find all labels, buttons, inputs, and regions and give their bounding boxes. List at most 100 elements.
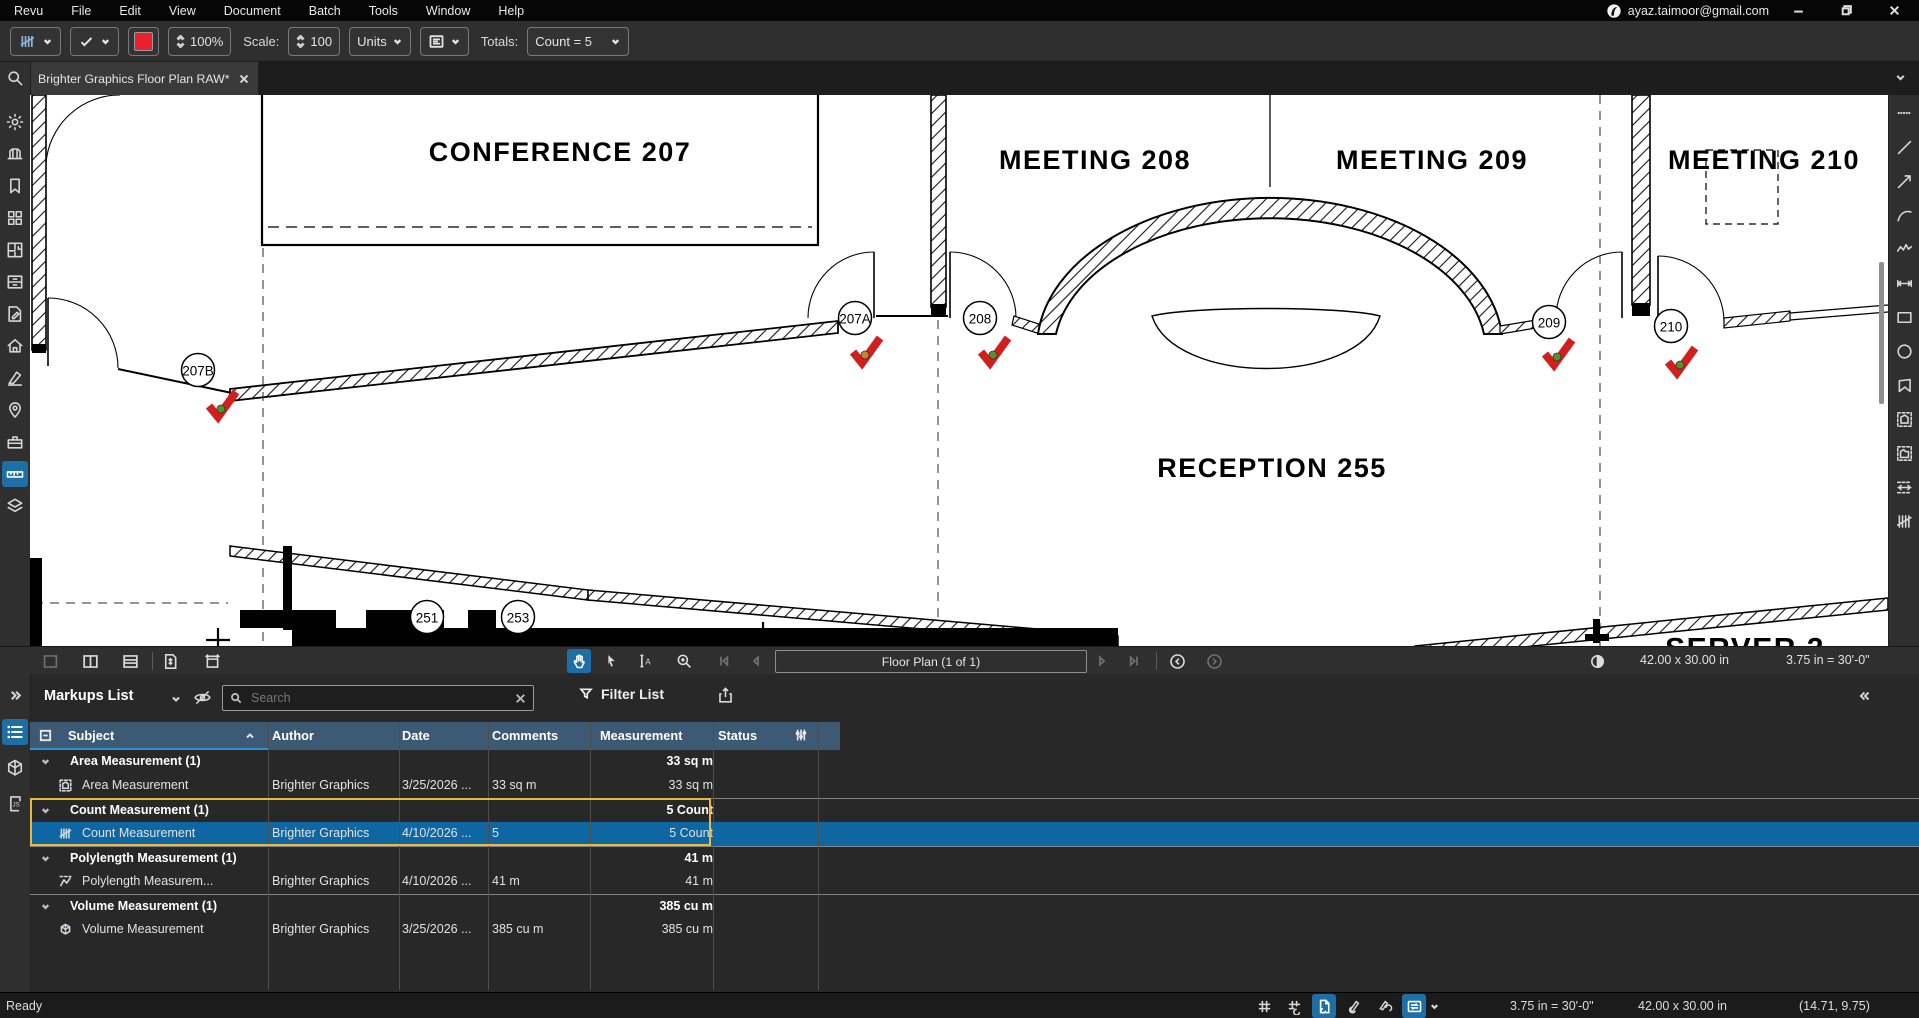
tab-list-chevron-icon[interactable] (1894, 71, 1907, 84)
search-input[interactable] (249, 690, 508, 706)
sort-ascending-icon[interactable] (244, 730, 256, 742)
column-header-date[interactable]: Date (402, 728, 430, 743)
menu-revu[interactable]: Revu (0, 0, 57, 21)
markup-summary-icon[interactable] (2, 301, 28, 327)
column-header-subject[interactable]: Subject (68, 728, 114, 743)
menu-document[interactable]: Document (210, 0, 295, 21)
arrow-annot-icon[interactable] (1891, 168, 1917, 194)
count-check-markup[interactable] (1664, 345, 1699, 380)
totals-dropdown[interactable]: Count = 5 (527, 26, 630, 56)
arc-measure-icon[interactable] (1891, 202, 1917, 228)
expand-panel-icon[interactable] (8, 688, 23, 703)
center-measure-icon[interactable] (1891, 474, 1917, 500)
count-check-markup[interactable] (849, 335, 884, 370)
count-tool-icon[interactable] (1891, 508, 1917, 534)
bookmarks-icon[interactable] (2, 173, 28, 199)
close-window-button[interactable] (1879, 1, 1909, 21)
drawing-canvas[interactable]: CONFERENCE 207 MEETING 208 MEETING 209 MEET… (30, 56, 1889, 666)
thumbnails-icon[interactable] (2, 205, 28, 231)
drag-handle-icon[interactable] (1891, 100, 1917, 126)
sync-views-icon[interactable] (1402, 994, 1426, 1018)
column-header-measurement[interactable]: Measurement (600, 728, 683, 743)
tab-close-icon[interactable] (238, 73, 250, 85)
menu-tools[interactable]: Tools (355, 0, 412, 21)
history-back-icon[interactable] (1165, 649, 1189, 673)
restore-button[interactable] (1831, 1, 1861, 21)
rectangle-tool-icon[interactable] (1891, 304, 1917, 330)
status-check-button[interactable] (70, 26, 119, 56)
markups-title-chevron-icon[interactable] (170, 693, 182, 705)
places-icon[interactable] (2, 397, 28, 423)
count-check-markup[interactable] (205, 389, 240, 424)
next-page-icon[interactable] (1090, 649, 1114, 673)
reuse-markup-icon[interactable] (1372, 994, 1396, 1018)
markup-row[interactable]: Area Measurement Brighter Graphics 3/25/20… (30, 774, 1919, 798)
column-header-comments[interactable]: Comments (492, 728, 558, 743)
measurements-icon[interactable] (2, 461, 28, 487)
menu-help[interactable]: Help (484, 0, 538, 21)
markup-row[interactable]: Count Measurement Brighter Graphics 4/10/2… (30, 822, 1919, 846)
snap-content-icon[interactable] (1312, 994, 1336, 1018)
group-chevron-icon[interactable] (40, 756, 51, 767)
fit-page-icon[interactable] (158, 649, 182, 673)
markup-row[interactable]: Volume Measurement Brighter Graphics 3/25/… (30, 918, 1919, 942)
count-check-markup[interactable] (977, 335, 1012, 370)
group-chevron-icon[interactable] (40, 853, 51, 864)
menu-batch[interactable]: Batch (295, 0, 355, 21)
zoom-level-control[interactable]: 100% (168, 26, 232, 56)
group-row[interactable]: Volume Measurement (1) 385 cu m (30, 894, 1919, 918)
count-check-markup[interactable] (1541, 337, 1576, 372)
dimension-icon[interactable] (1891, 270, 1917, 296)
group-row[interactable]: Count Measurement (1) 5 Count (30, 798, 1919, 822)
column-settings-icon[interactable] (793, 727, 809, 743)
polygon-tool-icon[interactable] (1891, 372, 1917, 398)
select-cursor-icon[interactable] (598, 649, 622, 673)
sets-icon[interactable] (2, 269, 28, 295)
export-summary-icon[interactable] (716, 686, 735, 705)
snap-markup-icon[interactable] (1342, 994, 1366, 1018)
text-select-icon[interactable]: A (634, 649, 658, 673)
minimize-button[interactable] (1783, 1, 1813, 21)
ellipse-tool-icon[interactable] (1891, 338, 1917, 364)
pan-hand-icon[interactable] (567, 649, 591, 673)
collapse-panel-icon[interactable] (1858, 689, 1872, 703)
split-horizontal-icon[interactable] (118, 649, 142, 673)
page-label-box[interactable]: Floor Plan (1 of 1) (775, 650, 1087, 673)
javascript-panel-icon[interactable]: JS (2, 791, 28, 817)
first-page-icon[interactable] (712, 649, 736, 673)
sync-chevron-icon[interactable] (1426, 994, 1442, 1018)
area-measure-icon[interactable] (1891, 406, 1917, 432)
single-pane-icon[interactable] (38, 649, 62, 673)
model-3d-panel-icon[interactable] (2, 755, 28, 781)
last-page-icon[interactable] (1122, 649, 1146, 673)
menu-edit[interactable]: Edit (105, 0, 155, 21)
properties-gear-icon[interactable] (2, 109, 28, 135)
column-header-author[interactable]: Author (272, 728, 314, 743)
contrast-icon[interactable] (1585, 649, 1609, 673)
hide-markups-icon[interactable] (192, 687, 213, 708)
signatures-icon[interactable] (2, 365, 28, 391)
menu-window[interactable]: Window (412, 0, 484, 21)
collapse-all-icon[interactable] (38, 728, 53, 743)
file-access-icon[interactable] (2, 141, 28, 167)
clear-search-icon[interactable] (514, 692, 527, 705)
zoom-spinner[interactable] (176, 35, 185, 48)
tool-chest-icon[interactable] (2, 429, 28, 455)
group-chevron-icon[interactable] (40, 901, 51, 912)
zoom-tool-icon[interactable] (672, 649, 696, 673)
document-tab[interactable]: Brighter Graphics Floor Plan RAW* (30, 62, 258, 95)
filter-list-button[interactable]: Filter List (578, 686, 664, 702)
search-icon[interactable] (2, 65, 28, 91)
markups-list-icon[interactable] (2, 719, 28, 745)
color-swatch-button[interactable] (128, 26, 159, 56)
menu-view[interactable]: View (155, 0, 210, 21)
spaces-icon[interactable] (2, 237, 28, 263)
snap-grid-icon[interactable] (1282, 994, 1306, 1018)
layers-icon[interactable] (2, 493, 28, 519)
group-chevron-icon[interactable] (40, 805, 51, 816)
split-vertical-icon[interactable] (78, 649, 102, 673)
history-forward-icon[interactable] (1202, 649, 1226, 673)
area-cutout-icon[interactable] (1891, 440, 1917, 466)
group-row[interactable]: Area Measurement (1) 33 sq m (30, 750, 1919, 774)
length-line-icon[interactable] (1891, 134, 1917, 160)
